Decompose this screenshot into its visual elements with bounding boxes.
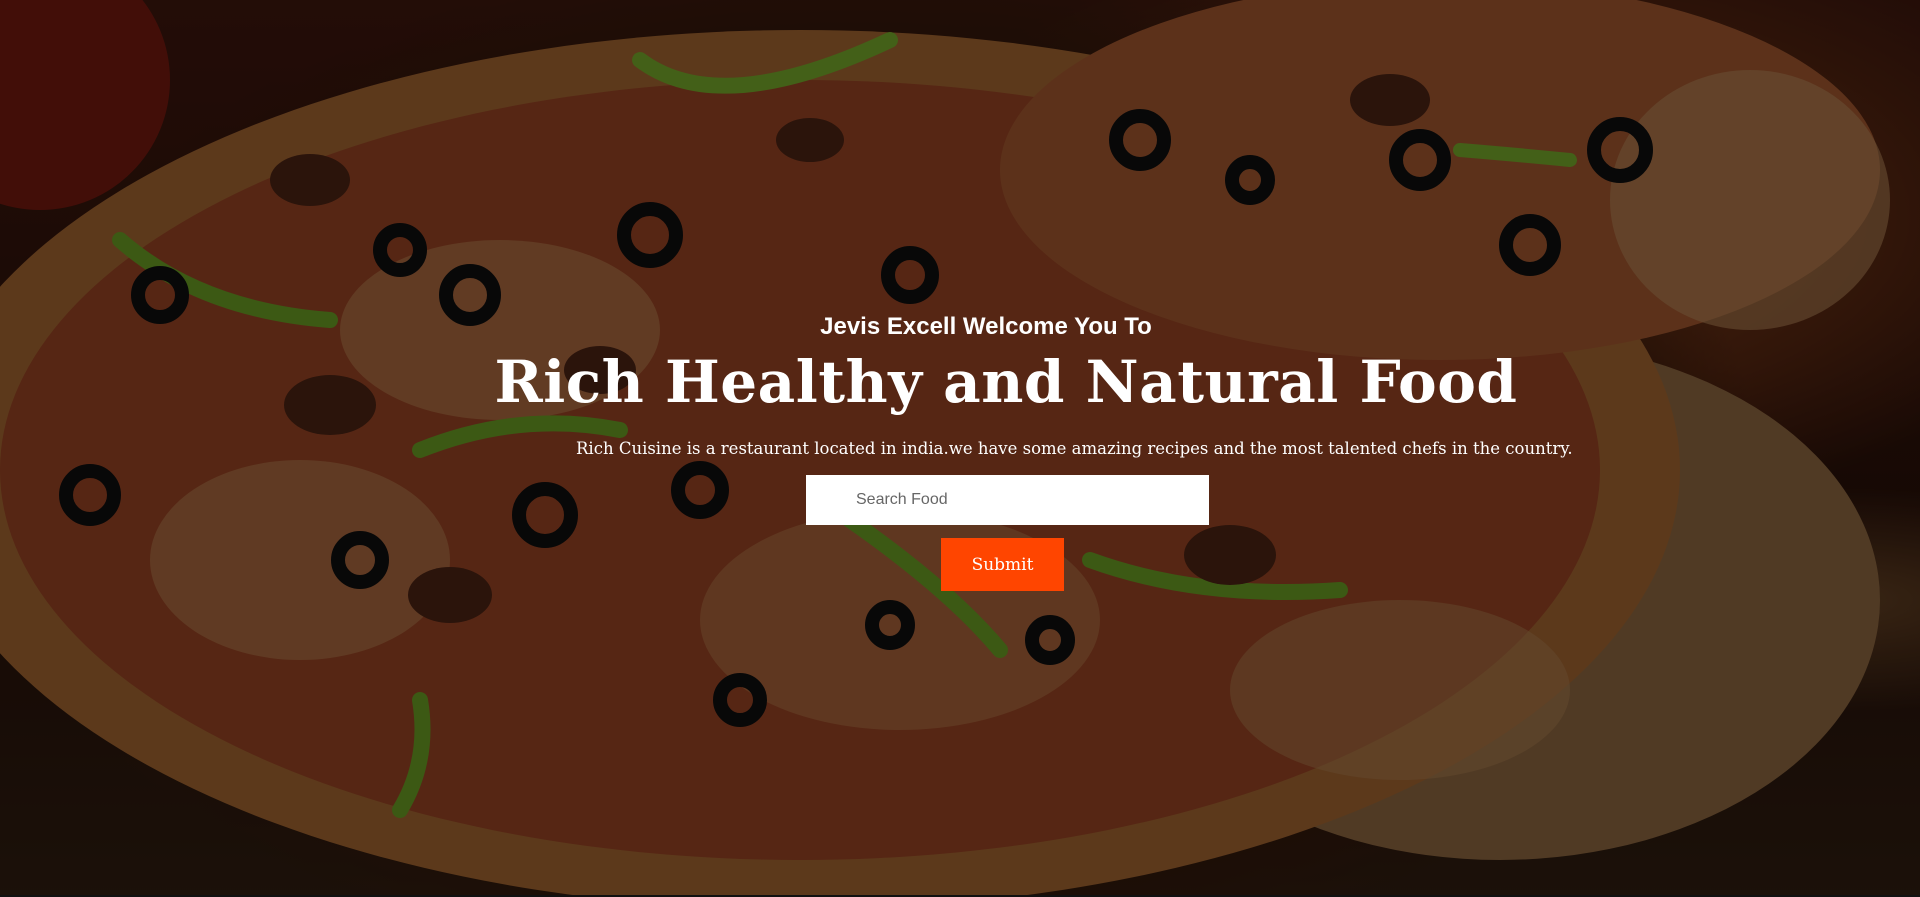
hero-content: Jevis Excell Welcome You To Rich Healthy…	[0, 0, 1920, 897]
page-title: Rich Healthy and Natural Food	[494, 348, 1518, 416]
submit-button[interactable]: Submit	[941, 538, 1064, 591]
welcome-heading: Jevis Excell Welcome You To	[820, 313, 1152, 340]
search-food-input[interactable]	[806, 475, 1209, 525]
hero-description: Rich Cuisine is a restaurant located in …	[576, 439, 1573, 458]
hero-section: Jevis Excell Welcome You To Rich Healthy…	[0, 0, 1920, 897]
